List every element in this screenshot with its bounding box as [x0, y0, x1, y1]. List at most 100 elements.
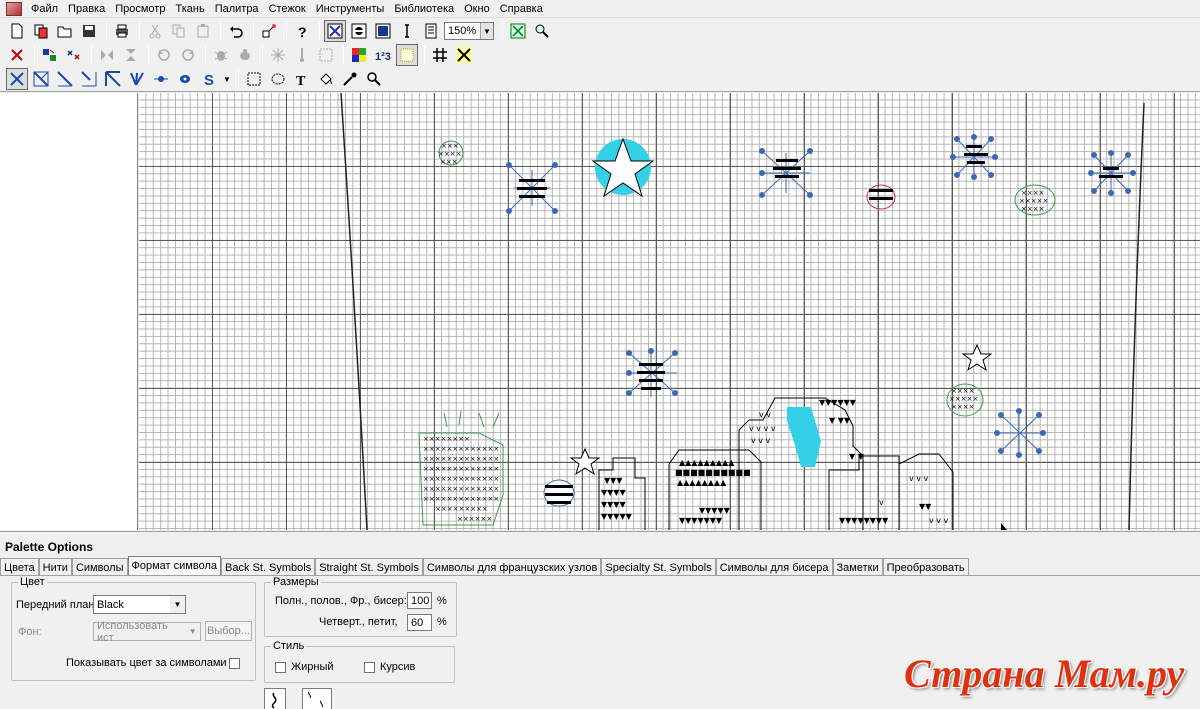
tab-back-st-symbols[interactable]: Back St. Symbols	[221, 558, 316, 575]
copy-icon[interactable]	[168, 20, 190, 42]
cut-icon[interactable]	[144, 20, 166, 42]
zoom-select[interactable]: 150% ▼	[444, 22, 494, 40]
transform-icon[interactable]	[258, 20, 280, 42]
select-rect-icon[interactable]	[315, 44, 337, 66]
menu-file[interactable]: Файл	[26, 0, 63, 18]
rotate-left-icon[interactable]	[153, 44, 175, 66]
flip-v-icon[interactable]	[120, 44, 142, 66]
fill-tool-icon[interactable]	[315, 68, 337, 90]
size-group-legend: Размеры	[271, 576, 321, 588]
svg-text:××××: ××××	[438, 150, 461, 158]
rect-select-icon[interactable]	[243, 68, 265, 90]
cursor-text-icon[interactable]	[396, 20, 418, 42]
rotate-right-icon[interactable]	[177, 44, 199, 66]
snowflake-icon[interactable]	[267, 44, 289, 66]
tab-symbols[interactable]: Символы	[71, 558, 128, 575]
menu-view[interactable]: Просмотр	[110, 0, 170, 18]
menu-palette[interactable]: Палитра	[210, 0, 264, 18]
menu-help[interactable]: Справка	[495, 0, 548, 18]
recolor-icon[interactable]	[39, 44, 61, 66]
pin-icon[interactable]	[291, 44, 313, 66]
full-stitch-view-icon[interactable]	[324, 20, 346, 42]
magnifier-icon[interactable]	[363, 68, 385, 90]
snowflake-motif-3	[950, 134, 998, 180]
show-color-checkbox[interactable]	[229, 658, 240, 669]
tab-straight-st-symbols[interactable]: Straight St. Symbols	[315, 558, 423, 575]
tab-french-knot-symbols[interactable]: Символы для французских узлов	[422, 558, 602, 575]
bold-checkbox[interactable]	[275, 662, 286, 673]
tab-threads[interactable]: Нити	[38, 558, 72, 575]
undo-icon[interactable]	[225, 20, 247, 42]
quarter-stitch-tool-icon[interactable]	[54, 68, 76, 90]
quarter-size-input[interactable]: 60	[407, 614, 432, 631]
full-size-input[interactable]: 100	[407, 592, 432, 609]
copy-doc-icon[interactable]	[30, 20, 52, 42]
color-view-icon[interactable]	[372, 20, 394, 42]
svg-text:××××××: ××××××	[457, 515, 492, 523]
menu-library[interactable]: Библиотека	[389, 0, 459, 18]
zoom-icon[interactable]	[531, 20, 553, 42]
symbol-view-icon[interactable]	[348, 20, 370, 42]
quarter-size-value: 60	[411, 616, 424, 629]
pattern-canvas[interactable]: ××× ×××× ××× ×××× ××××× ×××× ×××× ××××× …	[139, 93, 1200, 530]
flip-h-icon[interactable]	[96, 44, 118, 66]
menu-stitch[interactable]: Стежок	[264, 0, 311, 18]
save-icon[interactable]	[78, 20, 100, 42]
back-stitch-tool-icon[interactable]	[126, 68, 148, 90]
paste-icon[interactable]	[192, 20, 214, 42]
menu-tools[interactable]: Инструменты	[311, 0, 390, 18]
grid-hash-icon[interactable]	[429, 44, 451, 66]
three-quarter-tool-icon[interactable]	[78, 68, 100, 90]
background-select[interactable]: Использовать ист ▼	[93, 620, 201, 644]
full-size-value: 100	[411, 594, 430, 607]
svg-text:▼ ▼▼: ▼ ▼▼	[829, 416, 851, 425]
specialty-tool-icon[interactable]: S	[198, 68, 220, 90]
lasso-icon[interactable]	[267, 68, 289, 90]
percent-label: %	[437, 595, 447, 607]
chevron-down-icon[interactable]: ▼	[222, 68, 232, 90]
delete-icon[interactable]	[6, 44, 28, 66]
cross-icon[interactable]	[453, 44, 475, 66]
tab-symbol-format[interactable]: Формат символа	[127, 556, 221, 576]
menu-window[interactable]: Окно	[459, 0, 495, 18]
dots-icon[interactable]	[396, 44, 418, 66]
palette-title: Palette Options	[5, 540, 94, 554]
foreground-select[interactable]: Black ▼	[93, 595, 186, 614]
svg-text:v: v	[879, 498, 884, 507]
bug-icon[interactable]	[210, 44, 232, 66]
french-knot-tool-icon[interactable]	[150, 68, 172, 90]
app-icon[interactable]	[6, 1, 22, 16]
svg-text:▼▼▼▼▼: ▼▼▼▼▼	[601, 512, 633, 521]
half-stitch-tool-icon[interactable]	[30, 68, 52, 90]
menu-fabric[interactable]: Ткань	[170, 0, 209, 18]
full-stitch-tool-icon[interactable]	[6, 68, 28, 90]
tab-convert[interactable]: Преобразовать	[882, 558, 969, 575]
grid-view-icon[interactable]	[420, 20, 442, 42]
svg-text:?: ?	[298, 24, 307, 39]
numbers-icon[interactable]: 1²3	[372, 44, 394, 66]
svg-text:v v: v v	[759, 410, 771, 419]
open-icon[interactable]	[54, 20, 76, 42]
help-icon[interactable]: ?	[291, 20, 313, 42]
bead-tool-icon[interactable]	[174, 68, 196, 90]
svg-text:×××: ×××	[440, 158, 458, 166]
svg-text:▼▼▼▼▼▼: ▼▼▼▼▼▼	[819, 398, 857, 407]
menu-edit[interactable]: Правка	[63, 0, 110, 18]
tab-bead-symbols[interactable]: Символы для бисера	[715, 558, 833, 575]
new-icon[interactable]	[6, 20, 28, 42]
replace-icon[interactable]	[63, 44, 85, 66]
tab-colors[interactable]: Цвета	[0, 558, 39, 575]
text-tool-icon[interactable]: T	[291, 68, 313, 90]
print-icon[interactable]	[111, 20, 133, 42]
tab-notes[interactable]: Заметки	[832, 558, 883, 575]
petite-tool-icon[interactable]	[102, 68, 124, 90]
palette-grid-icon[interactable]	[348, 44, 370, 66]
bug2-icon[interactable]	[234, 44, 256, 66]
fit-icon[interactable]	[507, 20, 529, 42]
green-stitch-cluster: ××× ×××× ×××	[438, 140, 464, 166]
symbol-preview-quarter	[302, 688, 332, 709]
eyedropper-icon[interactable]	[339, 68, 361, 90]
choose-background-button[interactable]: Выбор...	[205, 621, 252, 641]
italic-checkbox[interactable]	[364, 662, 375, 673]
tab-specialty-st-symbols[interactable]: Specialty St. Symbols	[601, 558, 716, 575]
